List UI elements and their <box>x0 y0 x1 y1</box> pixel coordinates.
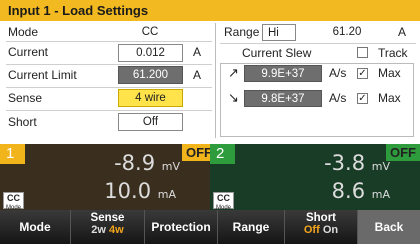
channel-1-voltage: -8.9 mV <box>114 151 180 175</box>
current-limit-field[interactable]: 61.200 <box>118 66 183 84</box>
sense-softkey[interactable]: Sense 2w 4w <box>71 210 145 244</box>
current-unit: A <box>193 45 202 59</box>
back-softkey[interactable]: Back <box>358 210 420 244</box>
short-softkey[interactable]: Short Off On <box>285 210 358 244</box>
mode-softkey-label: Mode <box>19 220 51 234</box>
range-field[interactable]: Hi <box>262 24 296 41</box>
channel-2-voltage-value: -3.8 <box>324 151 366 175</box>
sense-label: Sense <box>8 91 43 105</box>
mode-value[interactable]: CC <box>120 26 180 38</box>
fall-max-checkbox[interactable]: ✓ <box>357 93 368 104</box>
fall-max-label: Max <box>378 91 401 105</box>
rise-max-checkbox[interactable]: ✓ <box>357 68 368 79</box>
channel-1-current: 10.0 mA <box>104 179 176 203</box>
channel-1-mode: CC <box>7 193 20 203</box>
channel-2-mode-badge: CC Mode <box>213 192 234 211</box>
short-softkey-label: Short <box>305 212 337 224</box>
channel-1-number: 1 <box>0 144 25 164</box>
range-label: Range <box>224 25 260 39</box>
back-softkey-label: Back <box>374 220 404 234</box>
window-title: Input 1 - Load Settings <box>0 0 420 21</box>
channel-2-voltage-unit: mV <box>371 160 390 173</box>
channel-1-voltage-value: -8.9 <box>114 151 156 175</box>
rise-slew-unit: A/s <box>329 66 347 80</box>
channel-2-current: 8.6 mA <box>332 179 390 203</box>
fall-slew-field[interactable]: 9.8E+37 <box>244 90 322 107</box>
current-limit-unit: A <box>193 68 202 82</box>
channel-1-panel[interactable]: 1 OFF -8.9 mV 10.0 mA CC Mode <box>0 144 216 211</box>
protection-softkey[interactable]: Protection <box>145 210 218 244</box>
channel-1-voltage-unit: mV <box>161 160 180 173</box>
range-limit-value: 61.20 <box>332 26 362 38</box>
channel-2-status: OFF <box>386 144 420 161</box>
channel-1-current-value: 10.0 <box>104 179 152 203</box>
settings-panel: Mode CC Current 0.012 A Current Limit 61… <box>0 21 420 144</box>
channel-2-current-unit: mA <box>371 188 390 201</box>
channel-2-mode: CC <box>217 193 230 203</box>
sense-field[interactable]: 4 wire <box>118 89 183 107</box>
fall-slew-unit: A/s <box>329 91 347 105</box>
short-option-on: On <box>322 224 339 236</box>
channel-1-mode-badge: CC Mode <box>3 192 24 211</box>
short-option-off: Off <box>303 224 320 236</box>
channel-1-current-unit: mA <box>157 188 176 201</box>
short-field[interactable]: Off <box>118 113 183 131</box>
rise-slew-field[interactable]: 9.9E+37 <box>244 65 322 82</box>
channel-2-voltage: -3.8 mV <box>324 151 390 175</box>
current-slew-label: Current Slew <box>242 46 312 60</box>
track-label: Track <box>378 46 408 60</box>
range-softkey-label: Range <box>232 220 270 234</box>
channel-2-current-value: 8.6 <box>331 179 366 203</box>
range-unit: A <box>398 25 407 39</box>
rise-arrow-icon: ↗ <box>228 65 239 80</box>
channel-2-panel[interactable]: 2 OFF -3.8 mV 8.6 mA CC Mode <box>210 144 420 211</box>
fall-arrow-icon: ↘ <box>228 90 239 105</box>
current-label: Current <box>8 45 49 59</box>
mode-softkey[interactable]: Mode <box>0 210 71 244</box>
channel-2-number: 2 <box>210 144 235 164</box>
sense-option-4w: 4w <box>109 224 124 236</box>
sense-option-2w: 2w <box>91 224 106 236</box>
softkey-bar: Mode Sense 2w 4w Protection Range Short … <box>0 210 420 244</box>
protection-softkey-label: Protection <box>151 220 211 234</box>
current-limit-label: Current Limit <box>8 68 77 82</box>
short-label: Short <box>8 115 37 129</box>
rise-max-label: Max <box>378 66 401 80</box>
track-checkbox[interactable] <box>357 47 368 58</box>
sense-softkey-label: Sense <box>90 212 125 224</box>
range-softkey[interactable]: Range <box>218 210 285 244</box>
mode-label: Mode <box>8 25 39 39</box>
current-field[interactable]: 0.012 <box>118 44 183 62</box>
